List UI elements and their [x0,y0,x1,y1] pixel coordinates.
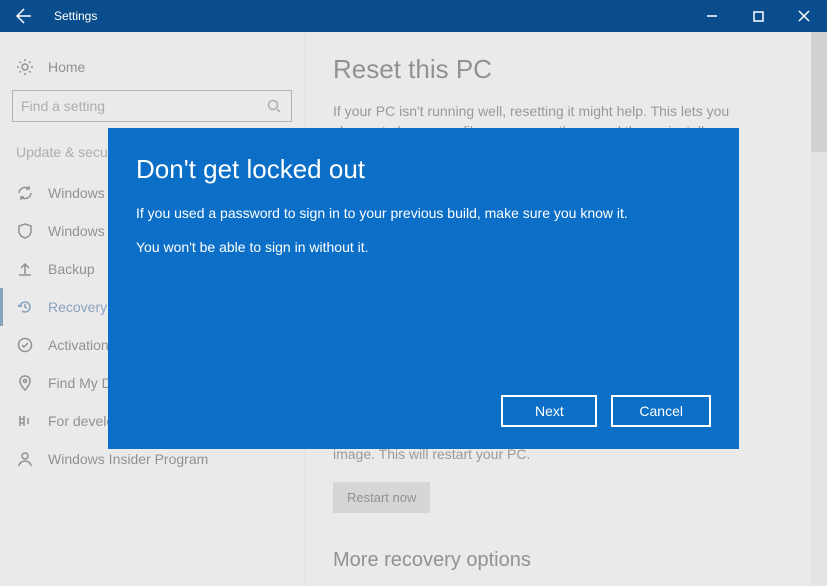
dialog-line1: If you used a password to sign in to you… [136,205,711,221]
back-button[interactable] [0,0,48,32]
dialog-line2: You won't be able to sign in without it. [136,239,711,255]
cancel-button[interactable]: Cancel [611,395,711,427]
window-titlebar: Settings [0,0,827,32]
minimize-button[interactable] [689,0,735,32]
window-title: Settings [48,9,689,23]
dialog-title: Don't get locked out [136,154,711,185]
close-button[interactable] [781,0,827,32]
warning-dialog: Don't get locked out If you used a passw… [108,128,739,449]
next-button[interactable]: Next [501,395,597,427]
maximize-button[interactable] [735,0,781,32]
